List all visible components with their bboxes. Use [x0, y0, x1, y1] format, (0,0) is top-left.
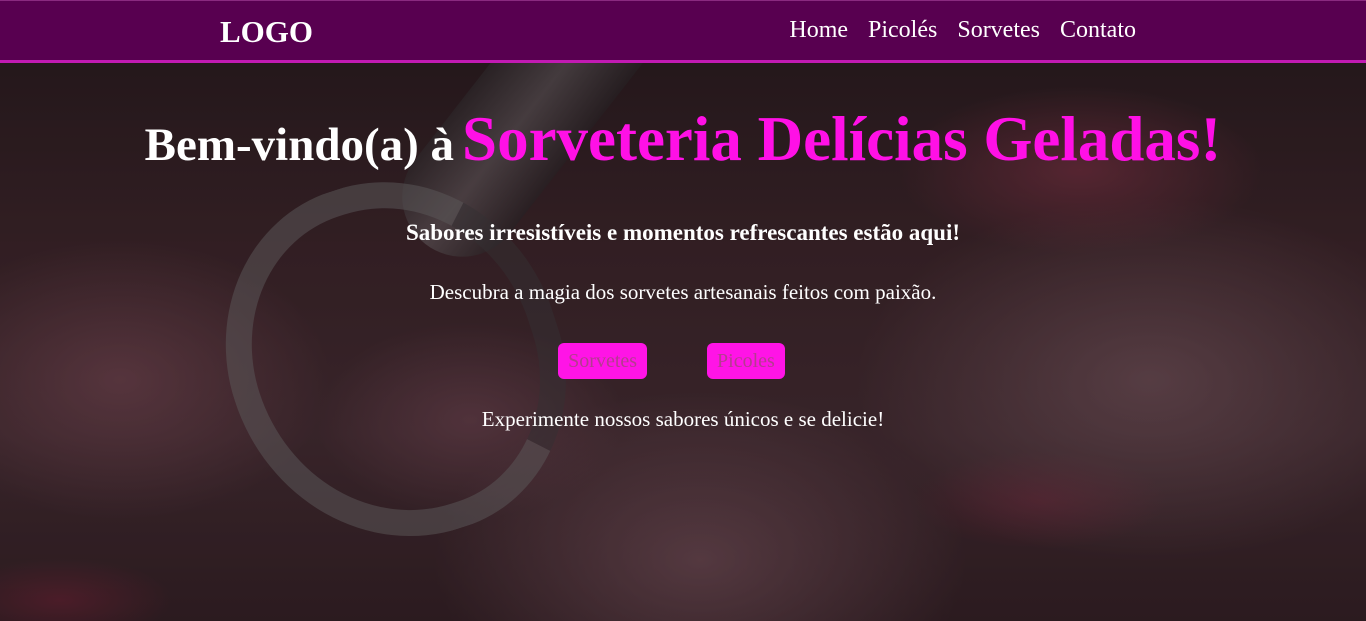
main-nav: Home Picolés Sorvetes Contato: [789, 17, 1136, 44]
logo[interactable]: LOGO: [220, 14, 313, 50]
page-title: Bem-vindo(a) à Sorveteria Delícias Gelad…: [0, 103, 1366, 176]
title-brand: Sorveteria Delícias Geladas!: [462, 104, 1222, 174]
sorvetes-button[interactable]: Sorvetes: [558, 343, 648, 379]
hero-subtitle: Sabores irresistíveis e momentos refresc…: [405, 220, 961, 245]
hero-description: Descubra a magia dos sorvetes artesanais…: [429, 280, 937, 304]
picoles-button[interactable]: Picoles: [707, 343, 785, 379]
nav-sorvetes[interactable]: Sorvetes: [957, 17, 1040, 44]
title-prefix: Bem-vindo(a) à: [144, 119, 455, 171]
hero-buttons: Sorvetes Picoles: [0, 343, 1366, 379]
hero-section: Bem-vindo(a) à Sorveteria Delícias Gelad…: [0, 63, 1366, 432]
hero-tagline: Experimente nossos sabores únicos e se d…: [481, 407, 885, 431]
nav-contato[interactable]: Contato: [1060, 17, 1136, 44]
nav-picoles[interactable]: Picolés: [868, 17, 937, 44]
nav-home[interactable]: Home: [789, 17, 848, 44]
site-header: LOGO Home Picolés Sorvetes Contato: [0, 0, 1366, 63]
